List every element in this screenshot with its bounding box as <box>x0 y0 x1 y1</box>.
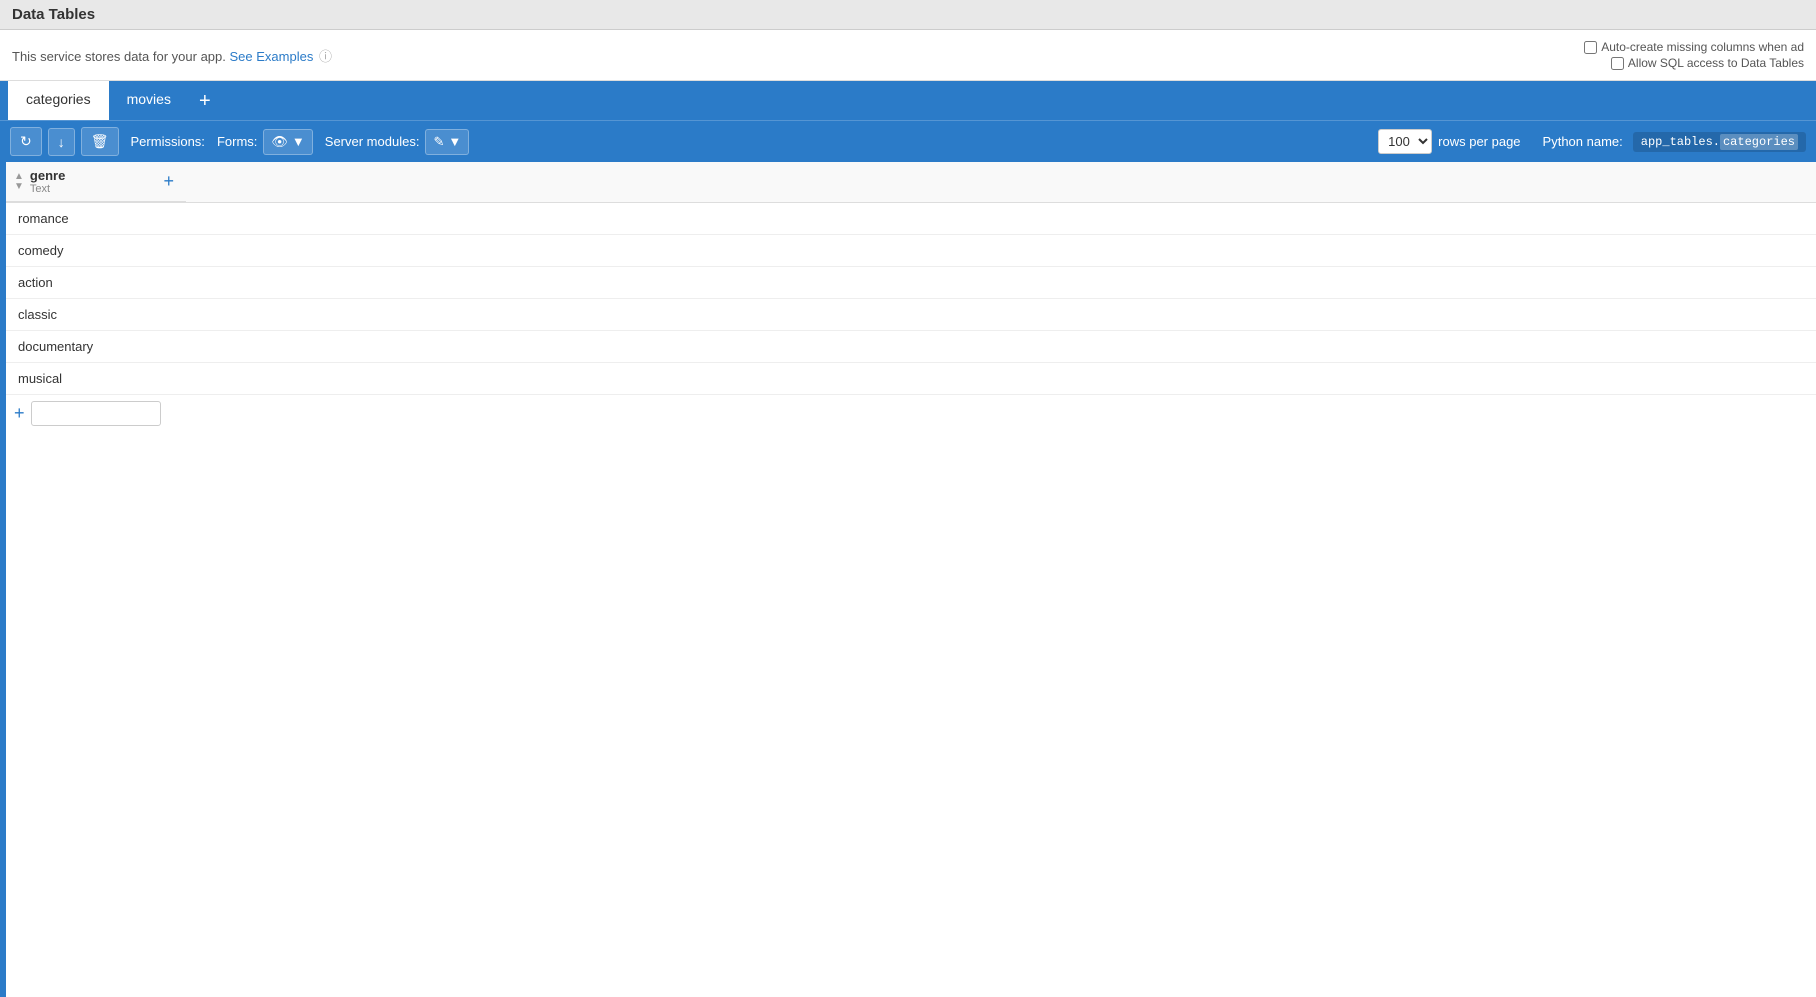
table-row[interactable]: comedy <box>6 235 1816 267</box>
chevron-down-icon-2: ▼ <box>448 134 461 149</box>
main-content: ▲ ▼ genre Text + romance comedy action c… <box>0 162 1816 997</box>
add-column-button[interactable]: + <box>159 171 178 192</box>
sort-buttons[interactable]: ▲ ▼ <box>14 172 24 192</box>
info-bar-options: Auto-create missing columns when ad Allo… <box>1584 40 1804 70</box>
add-row-button[interactable]: + <box>14 403 25 424</box>
add-row-input[interactable] <box>31 401 161 426</box>
server-modules-dropdown[interactable]: ✎ ▼ <box>425 129 469 155</box>
data-rows-container: romance comedy action classic documentar… <box>6 203 1816 395</box>
chevron-down-icon: ▼ <box>292 134 305 149</box>
rows-per-page-select[interactable]: 10 25 50 100 500 <box>1378 129 1432 154</box>
refresh-button[interactable]: ↻ <box>10 127 42 156</box>
python-name-label: Python name: <box>1543 134 1623 149</box>
tab-categories[interactable]: categories <box>8 81 109 120</box>
trash-icon: 🗑 <box>91 133 109 149</box>
column-name: genre <box>30 168 160 183</box>
add-tab-button[interactable]: + <box>189 85 221 117</box>
tab-movies[interactable]: movies <box>109 81 189 120</box>
auto-create-checkbox-label: Auto-create missing columns when ad <box>1584 40 1804 54</box>
info-bar-description: This service stores data for your app. S… <box>12 46 332 65</box>
add-row-container: + <box>6 395 1816 432</box>
sort-desc-icon: ▼ <box>14 182 24 192</box>
python-name-prefix: app_tables. <box>1641 135 1720 149</box>
help-icon: ⓘ <box>319 49 332 64</box>
toolbar: ↻ ↓ 🗑 Permissions: Forms: 👁 ▼ Server mod… <box>0 120 1816 162</box>
sort-asc-icon: ▲ <box>14 172 24 182</box>
rows-per-page-label: rows per page <box>1438 134 1520 149</box>
python-name-table: categories <box>1720 134 1798 150</box>
refresh-icon: ↻ <box>20 133 32 149</box>
auto-create-checkbox[interactable] <box>1584 41 1597 54</box>
data-area: ▲ ▼ genre Text + romance comedy action c… <box>6 162 1816 997</box>
table-row[interactable]: musical <box>6 363 1816 395</box>
eye-icon: 👁 <box>271 134 288 150</box>
delete-button[interactable]: 🗑 <box>81 127 119 156</box>
forms-dropdown[interactable]: 👁 ▼ <box>263 129 312 155</box>
forms-label: Forms: <box>217 134 257 149</box>
server-modules-label: Server modules: <box>325 134 420 149</box>
column-type: Text <box>30 183 160 195</box>
download-icon: ↓ <box>58 134 65 150</box>
table-row[interactable]: classic <box>6 299 1816 331</box>
column-info: genre Text <box>30 168 160 195</box>
table-row[interactable]: romance <box>6 203 1816 235</box>
table-row[interactable]: action <box>6 267 1816 299</box>
permissions-label: Permissions: <box>131 134 205 149</box>
edit-icon: ✎ <box>433 134 444 150</box>
see-examples-link[interactable]: See Examples <box>230 49 314 64</box>
page-header: Data Tables <box>0 0 1816 30</box>
info-bar: This service stores data for your app. S… <box>0 30 1816 81</box>
page-title: Data Tables <box>12 6 95 23</box>
column-headers-row: ▲ ▼ genre Text + <box>6 162 1816 203</box>
python-name-value: app_tables.categories <box>1633 132 1806 152</box>
sql-access-checkbox-label: Allow SQL access to Data Tables <box>1611 56 1804 70</box>
tabs-bar: categories movies + <box>0 81 1816 120</box>
genre-column-header: ▲ ▼ genre Text + <box>6 162 186 202</box>
sql-access-checkbox[interactable] <box>1611 57 1624 70</box>
download-button[interactable]: ↓ <box>48 128 75 156</box>
rows-per-page-container: 10 25 50 100 500 rows per page <box>1378 129 1520 154</box>
table-row[interactable]: documentary <box>6 331 1816 363</box>
